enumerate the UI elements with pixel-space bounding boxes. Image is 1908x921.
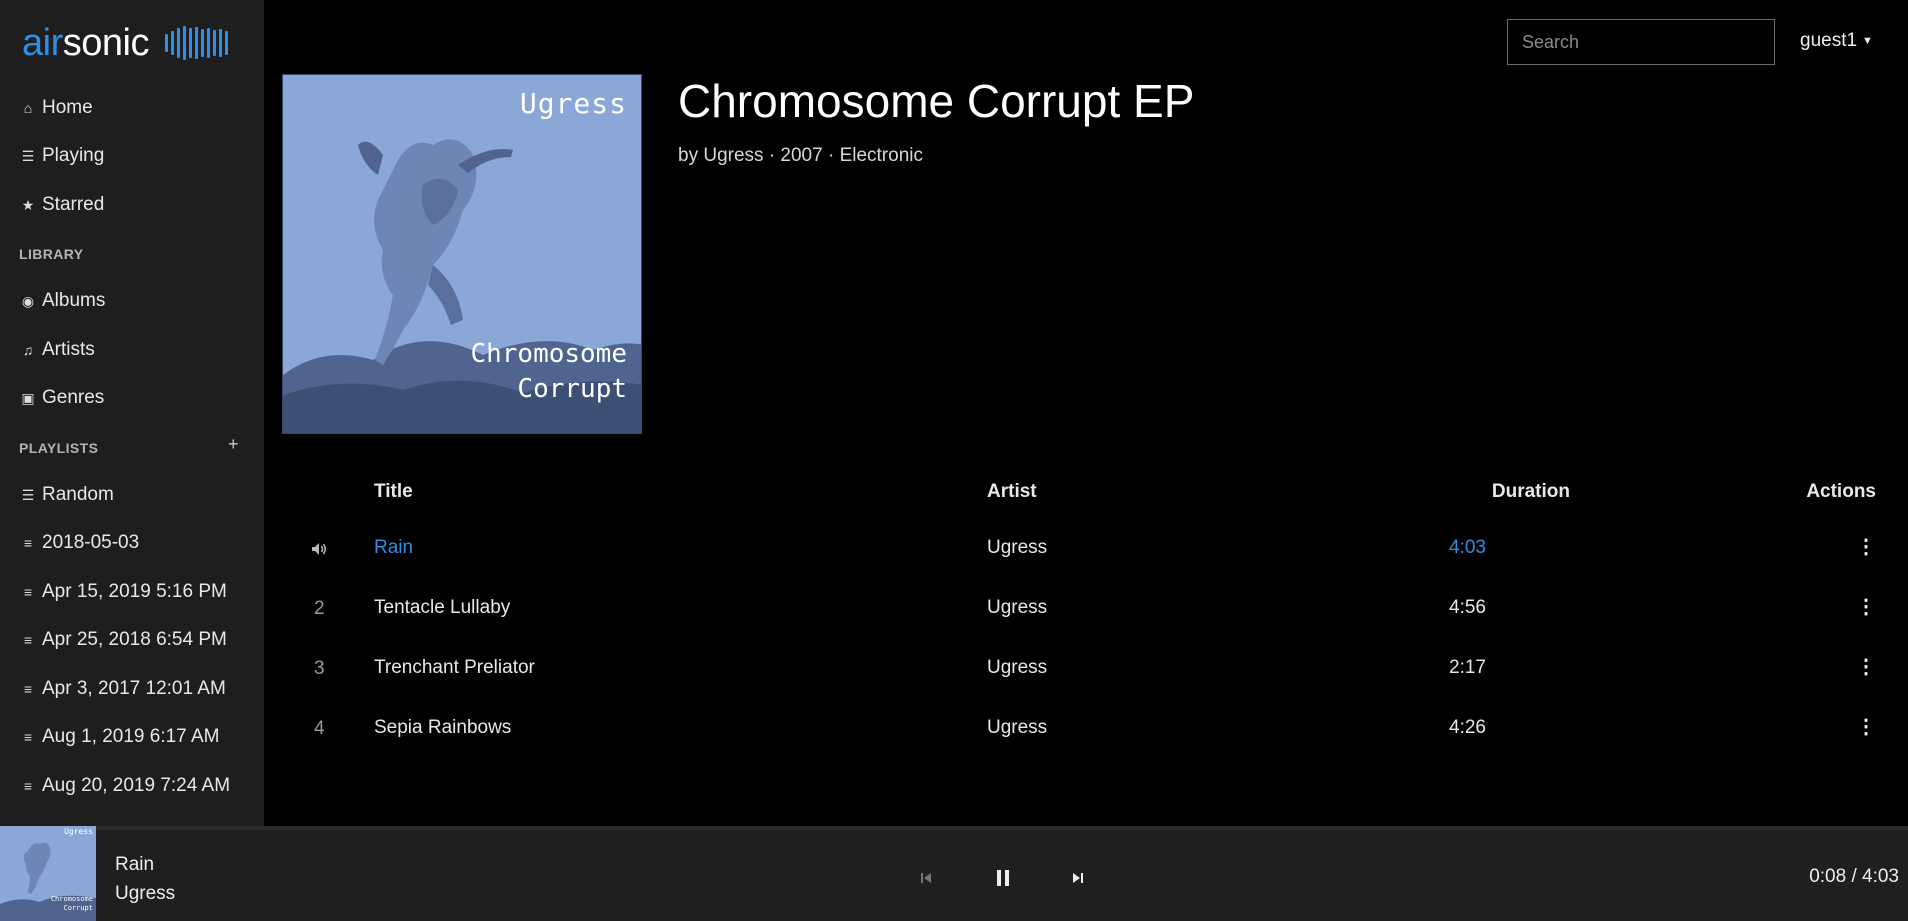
progress-bar[interactable]	[0, 826, 1908, 830]
column-header-artist[interactable]: Artist	[987, 481, 1037, 503]
speaker-icon	[312, 543, 326, 555]
now-playing-artist[interactable]: Ugress	[115, 883, 175, 905]
next-track-button[interactable]	[1071, 871, 1085, 885]
sidebar-item-label: Genres	[42, 387, 105, 408]
track-row[interactable]: 4 Sepia Rainbows Ugress 4:26 ⋮	[282, 700, 1882, 760]
track-artist[interactable]: Ugress	[987, 537, 1047, 559]
cover-title-line: Corrupt	[517, 374, 627, 405]
user-menu[interactable]: guest1 ▼	[1800, 30, 1873, 52]
track-duration: 2:17	[1449, 657, 1486, 678]
sidebar-item-label: Starred	[42, 194, 105, 215]
track-row[interactable]: 2 Tentacle Lullaby Ugress 4:56 ⋮	[282, 580, 1882, 640]
sidebar-item-genres[interactable]: ▣ Genres	[20, 387, 104, 409]
track-number: 3	[314, 658, 325, 679]
album-cover: Ugress Chromosome Corrupt	[282, 74, 642, 434]
sidebar-item-label: Random	[42, 484, 114, 505]
playlist-icon: ≡	[23, 584, 33, 600]
track-row[interactable]: Rain Ugress 4:03 ⋮	[282, 520, 1882, 580]
username-label: guest1	[1800, 30, 1858, 51]
sidebar-item-label: Aug 20, 2019 7:24 AM	[42, 775, 231, 796]
sidebar-item-label: Aug 1, 2019 6:17 AM	[42, 726, 220, 747]
player-bar: Ugress Chromosome Corrupt Rain Ugress 0:…	[0, 826, 1908, 921]
sidebar-item-playlist[interactable]: ≡ Apr 15, 2019 5:16 PM	[20, 581, 227, 603]
album-meta[interactable]: by Ugress · 2007 · Electronic	[678, 145, 923, 167]
track-title[interactable]: Tentacle Lullaby	[374, 597, 510, 619]
sidebar-item-playlist[interactable]: ≡ Apr 25, 2018 6:54 PM	[20, 629, 227, 651]
sidebar: airsonic ⌂ Home ☰ Playing ★ Starred LIBR…	[0, 0, 264, 826]
disc-icon: ◉	[21, 292, 35, 309]
track-artist[interactable]: Ugress	[987, 657, 1047, 679]
track-duration: 4:03	[1449, 537, 1486, 558]
track-title[interactable]: Sepia Rainbows	[374, 717, 511, 739]
column-header-actions: Actions	[1806, 481, 1876, 502]
sidebar-item-playing[interactable]: ☰ Playing	[20, 145, 105, 167]
playlist-icon: ≡	[23, 778, 33, 794]
library-section-label: LIBRARY	[19, 246, 84, 262]
sidebar-item-artists[interactable]: ♫ Artists	[20, 339, 95, 361]
more-actions-icon[interactable]: ⋮	[1856, 714, 1876, 739]
sidebar-item-albums[interactable]: ◉ Albums	[20, 290, 105, 312]
logo-text-air: air	[22, 21, 63, 64]
library-icon: ▣	[21, 389, 35, 406]
star-icon: ★	[21, 196, 35, 213]
sidebar-item-playlist[interactable]: ≡ 2018-05-03	[20, 532, 139, 554]
airsonic-logo[interactable]: airsonic	[22, 18, 228, 68]
playlist-icon: ≡	[23, 681, 33, 697]
track-duration: 4:56	[1449, 597, 1486, 618]
logo-text-sonic: sonic	[62, 21, 150, 64]
track-artist[interactable]: Ugress	[987, 717, 1047, 739]
playlist-icon: ≡	[23, 535, 33, 551]
sidebar-item-playlist[interactable]: ≡ Apr 3, 2017 12:01 AM	[20, 678, 226, 700]
track-number: 4	[314, 718, 325, 739]
column-header-title[interactable]: Title	[374, 481, 413, 503]
more-actions-icon[interactable]: ⋮	[1856, 654, 1876, 679]
thumb-title-line: Chromosome	[50, 895, 93, 903]
playlist-icon: ≡	[23, 632, 33, 648]
cover-title-text: Chromosome Corrupt	[470, 337, 627, 407]
thumb-artist-text: Ugress	[64, 827, 93, 836]
now-playing-title[interactable]: Rain	[115, 854, 154, 876]
now-playing-cover[interactable]: Ugress Chromosome Corrupt	[0, 826, 96, 921]
search-input[interactable]	[1507, 19, 1775, 65]
album-title: Chromosome Corrupt EP	[678, 75, 1195, 127]
equalizer-logo-icon	[164, 26, 228, 60]
sidebar-item-label: Artists	[42, 339, 95, 360]
playback-time: 0:08 / 4:03	[1809, 866, 1899, 887]
cover-title-line: Chromosome	[470, 339, 627, 369]
add-playlist-button[interactable]: +	[228, 434, 239, 455]
playlist-icon: ≡	[23, 729, 33, 745]
sidebar-item-label: Apr 25, 2018 6:54 PM	[42, 629, 227, 650]
home-icon: ⌂	[23, 100, 33, 116]
sidebar-item-label: Playing	[42, 145, 105, 166]
track-artist[interactable]: Ugress	[987, 597, 1047, 619]
sidebar-item-label: Apr 15, 2019 5:16 PM	[42, 581, 227, 602]
track-number: 2	[314, 598, 325, 619]
pause-button[interactable]	[994, 868, 1012, 888]
more-actions-icon[interactable]: ⋮	[1856, 534, 1876, 559]
artist-icon: ♫	[22, 342, 34, 358]
list-icon: ☰	[21, 486, 35, 503]
track-title[interactable]: Rain	[374, 537, 413, 559]
cover-artist-text: Ugress	[519, 87, 627, 120]
previous-track-button[interactable]	[919, 871, 933, 885]
sidebar-item-label: Albums	[42, 290, 106, 311]
track-row[interactable]: 3 Trenchant Preliator Ugress 2:17 ⋮	[282, 640, 1882, 700]
sidebar-item-label: Home	[42, 97, 93, 118]
list-icon: ☰	[21, 147, 35, 164]
sidebar-item-starred[interactable]: ★ Starred	[20, 194, 105, 216]
track-title[interactable]: Trenchant Preliator	[374, 657, 535, 679]
sidebar-item-home[interactable]: ⌂ Home	[20, 97, 93, 119]
thumb-title-line: Corrupt	[63, 904, 93, 913]
sidebar-item-playlist[interactable]: ≡ Aug 1, 2019 6:17 AM	[20, 726, 220, 748]
playlists-section-label: PLAYLISTS	[19, 440, 99, 456]
sidebar-item-label: 2018-05-03	[42, 532, 140, 553]
column-header-duration[interactable]: Duration	[1364, 481, 1570, 503]
caret-down-icon: ▼	[1862, 34, 1873, 47]
more-actions-icon[interactable]: ⋮	[1856, 594, 1876, 619]
sidebar-item-label: Apr 3, 2017 12:01 AM	[42, 678, 226, 699]
sidebar-item-playlist[interactable]: ≡ Aug 20, 2019 7:24 AM	[20, 775, 230, 797]
sidebar-item-playlist-random[interactable]: ☰ Random	[20, 484, 114, 506]
track-duration: 4:26	[1449, 717, 1486, 738]
thumb-title-text: Chromosome Corrupt	[51, 895, 93, 913]
